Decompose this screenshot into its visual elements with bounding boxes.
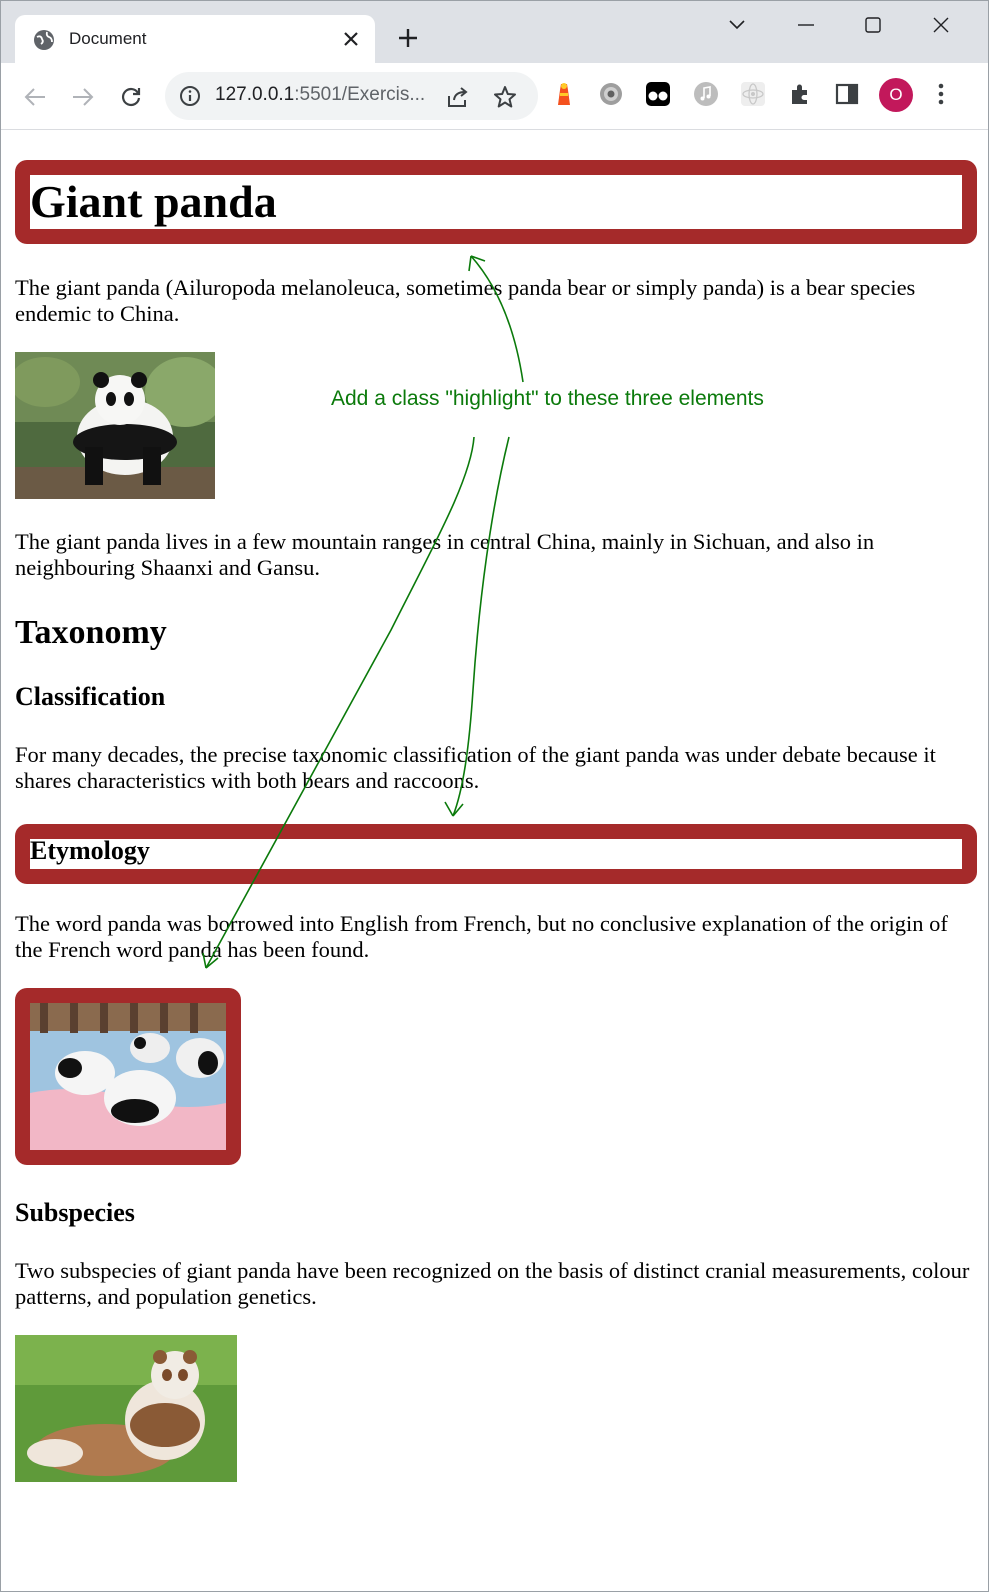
reload-icon[interactable] [115, 81, 147, 113]
browser-window: Document 127.0.0.1:5501/Exercis... O Gia… [0, 0, 989, 1592]
annotation-note: Add a class "highlight" to these three e… [331, 387, 764, 410]
profile-avatar[interactable]: O [878, 77, 914, 113]
intro-paragraph: The giant panda (Ailuropoda melanoleuca,… [15, 275, 916, 326]
etymology-paragraph: The word panda was borrowed into English… [15, 911, 948, 962]
maximize-icon[interactable] [858, 13, 888, 37]
extensions-puzzle-icon[interactable] [786, 80, 814, 108]
extension-lighthouse-icon[interactable] [550, 80, 578, 108]
close-window-icon[interactable] [926, 13, 956, 37]
tab-document[interactable]: Document [15, 15, 375, 63]
etymology-heading: Etymology [30, 836, 150, 865]
share-icon[interactable] [445, 84, 471, 110]
highlight-box-etymology [15, 824, 977, 884]
url-path: :5501/Exercis... [294, 84, 426, 105]
url-text: 127.0.0.1:5501/Exercis... [215, 84, 425, 106]
address-bar[interactable]: 127.0.0.1:5501/Exercis... [165, 72, 538, 120]
classification-heading: Classification [15, 682, 166, 711]
back-icon[interactable] [19, 81, 51, 113]
range-paragraph: The giant panda lives in a few mountain … [15, 529, 875, 580]
baby-pandas-image [30, 1003, 226, 1150]
tab-search-chevron-icon[interactable] [722, 13, 752, 37]
url-host: 127.0.0.1 [215, 84, 295, 105]
minimize-icon[interactable] [791, 13, 821, 37]
page-title: Giant panda [30, 176, 277, 227]
site-info-icon[interactable] [179, 85, 201, 107]
toolbar: 127.0.0.1:5501/Exercis... O [1, 63, 988, 130]
subspecies-paragraph: Two subspecies of giant panda have been … [15, 1258, 970, 1309]
subspecies-heading: Subspecies [15, 1198, 135, 1227]
tab-close-icon[interactable] [337, 25, 365, 53]
page-content: Giant panda The giant panda (Ailuropoda … [1, 130, 988, 1591]
brown-panda-image [15, 1335, 237, 1482]
tab-title: Document [69, 29, 147, 48]
taxonomy-heading: Taxonomy [15, 614, 167, 651]
profile-initial: O [889, 85, 903, 104]
tab-strip: Document [1, 1, 988, 63]
extension-tampermonkey-icon[interactable] [644, 80, 672, 108]
globe-icon [33, 29, 55, 51]
side-panel-icon[interactable] [833, 80, 861, 108]
panda-image [15, 352, 215, 499]
bookmark-star-icon[interactable] [492, 84, 518, 110]
forward-icon[interactable] [67, 81, 99, 113]
extension-gear-icon[interactable] [597, 80, 625, 108]
extension-music-icon[interactable] [692, 80, 720, 108]
extension-react-icon[interactable] [739, 80, 767, 108]
new-tab-icon[interactable] [393, 23, 423, 53]
menu-kebab-icon[interactable] [927, 80, 955, 108]
classification-paragraph: For many decades, the precise taxonomic … [15, 742, 936, 793]
